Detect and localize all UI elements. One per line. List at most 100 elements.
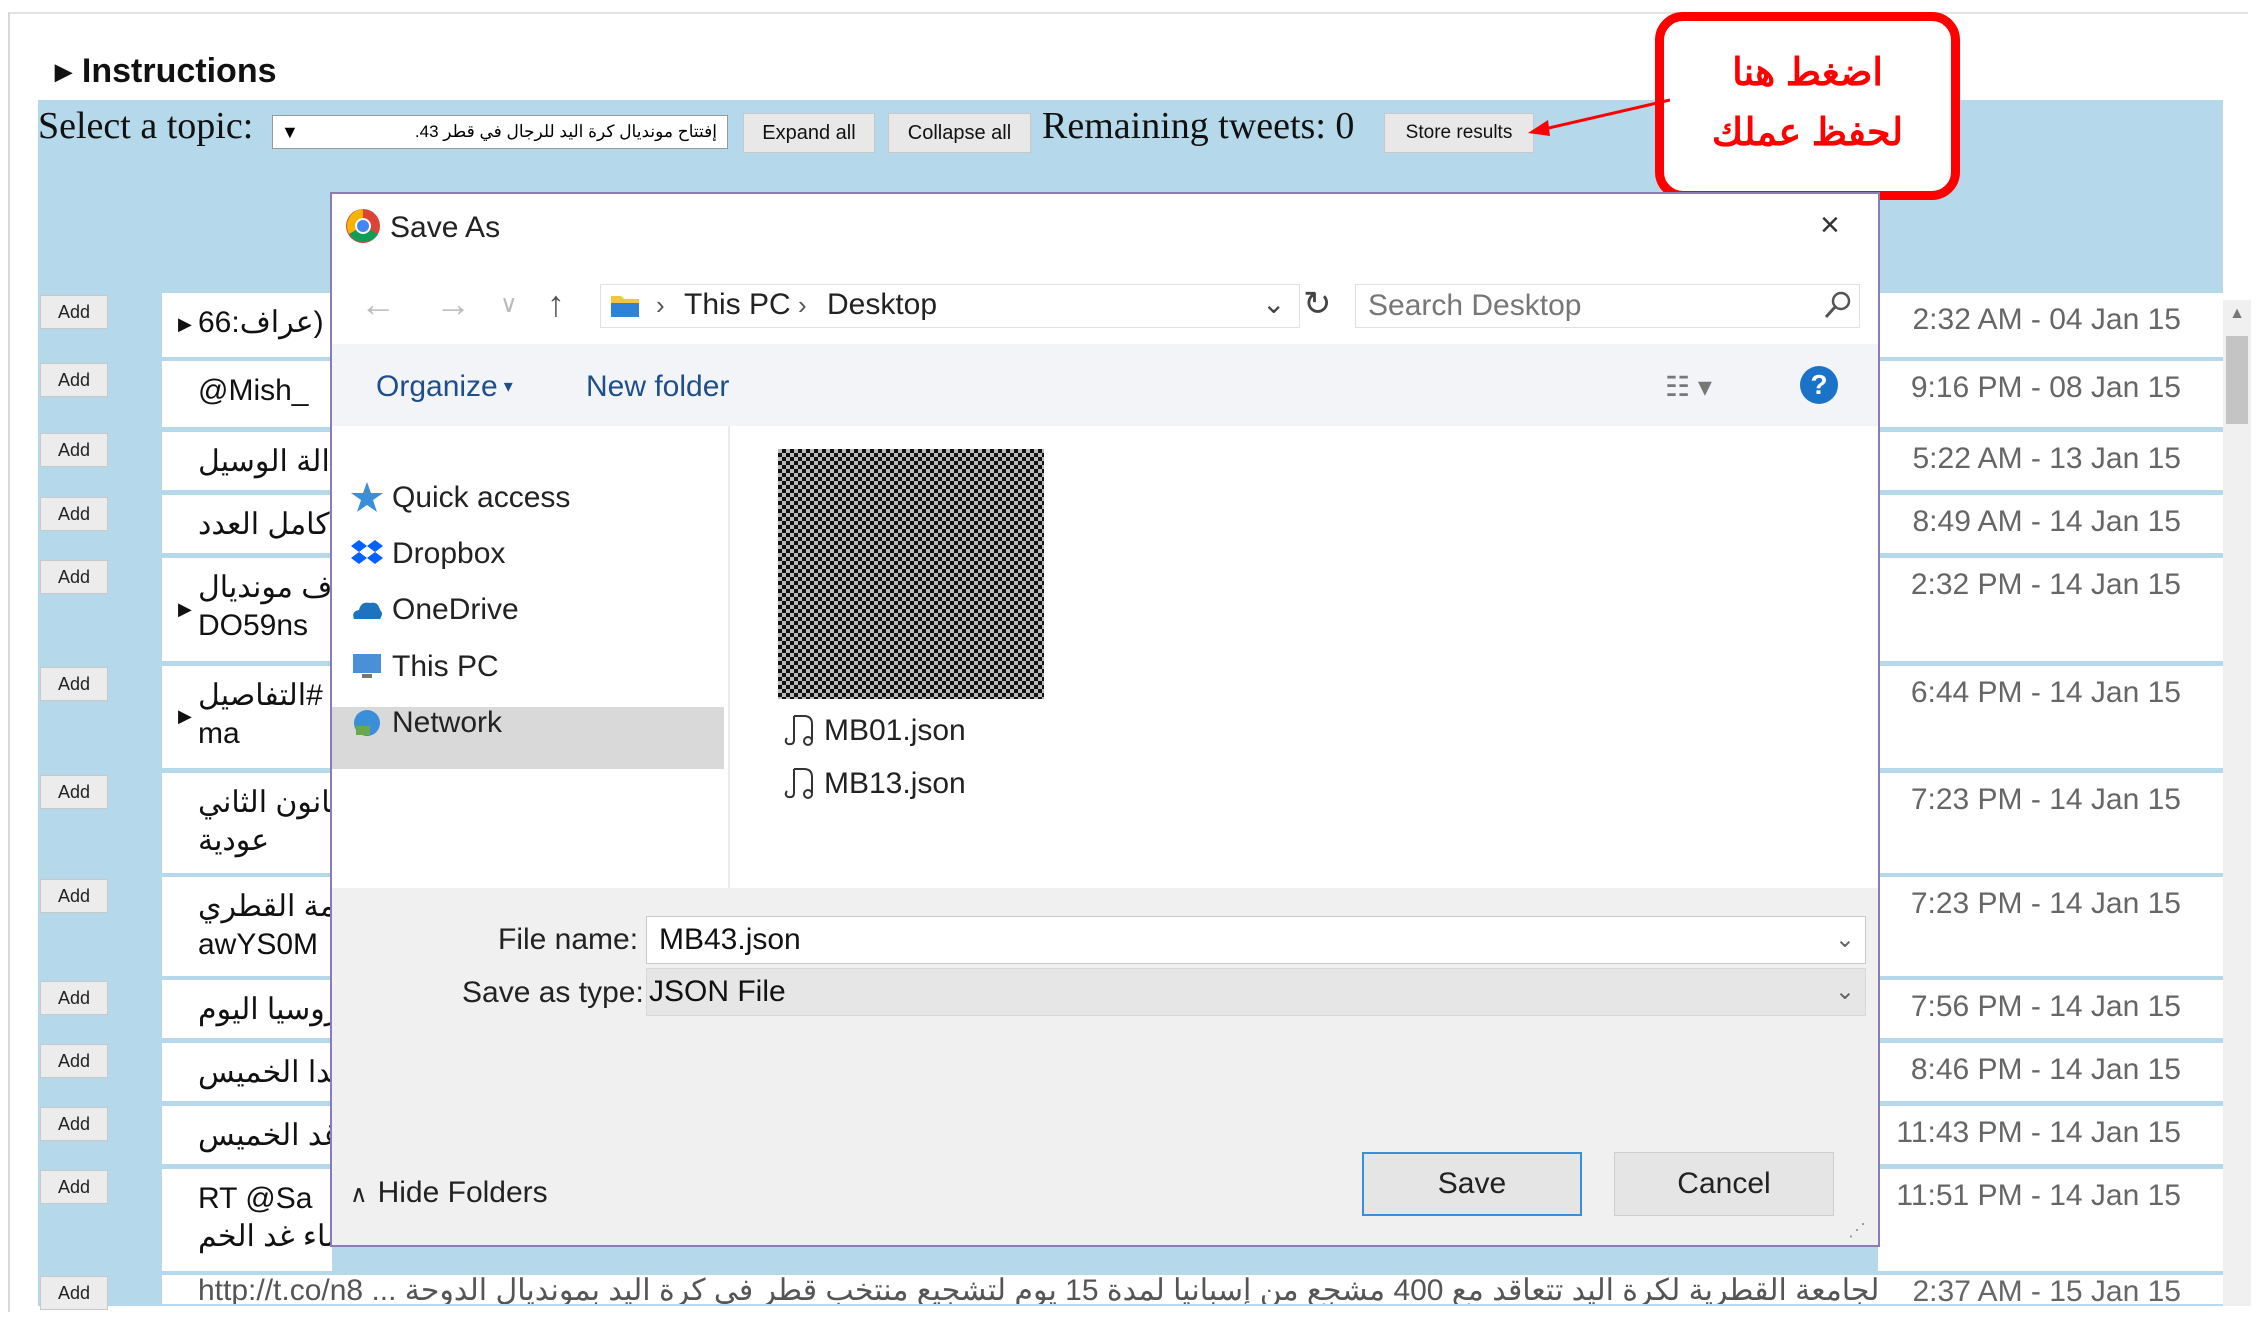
save-as-type-label: Save as type: (462, 976, 644, 1009)
tweet-text: الجامعة القطرية لكرة اليد تتعاقد مع 400 … (198, 1275, 1878, 1306)
search-input[interactable]: Search Desktop (1355, 284, 1860, 328)
folder-icon (611, 296, 639, 317)
tweet-row[interactable]: غدا الخميس (162, 1043, 332, 1103)
breadcrumb-separator-icon: › (656, 290, 665, 320)
file-item-mb13[interactable]: MB13.json (824, 767, 966, 801)
breadcrumb-this-pc[interactable]: This PC (684, 288, 791, 322)
nav-item-onedrive[interactable]: OneDrive (392, 593, 519, 627)
tweet-row[interactable]: الة الوسيل# (162, 432, 332, 492)
network-icon (354, 710, 380, 736)
add-tweet-button[interactable]: Add (40, 295, 108, 329)
chevron-down-icon: ▾ (503, 376, 513, 396)
star-icon (351, 482, 383, 512)
chrome-icon (346, 209, 380, 243)
add-tweet-button[interactable]: Add (40, 1044, 108, 1078)
expand-triangle-icon[interactable]: ▶ (178, 599, 192, 620)
tweet-text: عراف:66) (198, 306, 324, 339)
cancel-button[interactable]: Cancel (1614, 1152, 1834, 1216)
file-item-mb01[interactable]: MB01.json (824, 714, 966, 748)
tweet-date: 7:56 PM - 14 Jan 15 (1878, 980, 2223, 1040)
nav-item-dropbox[interactable]: Dropbox (392, 537, 505, 571)
tweet-date: 8:46 PM - 14 Jan 15 (1878, 1043, 2223, 1103)
tweet-row[interactable]: @Mish_ (162, 361, 332, 429)
add-tweet-button[interactable]: Add (40, 667, 108, 701)
resize-grip-icon[interactable]: ⋰ (1848, 1220, 1866, 1241)
callout-arrow-icon (1528, 98, 1670, 136)
tweet-row[interactable]: ▶ التفاصيل# ma (162, 666, 332, 770)
add-tweet-button[interactable]: Add (40, 981, 108, 1015)
topic-select[interactable]: ▼ إفتتاح مونديال كرة اليد للرجال في قطر 4… (272, 115, 728, 149)
file-name-field[interactable]: MB43.json ⌄ (646, 916, 1866, 964)
view-options-icon[interactable]: ☷ ▾ (1665, 370, 1712, 403)
dialog-title: Save As (390, 211, 501, 244)
organize-menu[interactable]: Organize ▾ (376, 370, 513, 404)
chevron-down-icon[interactable]: ⌄ (1262, 287, 1285, 320)
collapse-all-button[interactable]: Collapse all (888, 113, 1031, 153)
add-tweet-button[interactable]: Add (40, 363, 108, 397)
file-thumbnail[interactable] (778, 449, 1044, 699)
recent-locations-icon[interactable]: ∨ (500, 290, 518, 319)
new-folder-button[interactable]: New folder (586, 370, 729, 404)
save-as-type-select[interactable]: JSON File ⌄ (646, 968, 1866, 1016)
tweet-row[interactable]: ▶ ف مونديال DO59ns (162, 558, 332, 663)
up-arrow-icon[interactable]: ↑ (547, 283, 565, 325)
tweet-row[interactable]: كامل العدد (162, 495, 332, 555)
forward-arrow-icon[interactable]: → (435, 283, 471, 325)
save-button[interactable]: Save (1362, 1152, 1582, 1216)
add-tweet-button[interactable]: Add (40, 1276, 108, 1310)
store-results-button[interactable]: Store results (1384, 113, 1534, 153)
tweet-row[interactable]: الجامعة القطرية لكرة اليد تتعاقد مع 400 … (162, 1275, 1878, 1306)
file-name-label: File name: (498, 923, 639, 956)
json-file-icon (784, 768, 813, 799)
tweet-row[interactable]: ▶ عراف:66) (162, 293, 332, 359)
callout-annotation: اضغط هنا لحفظ عملك (1655, 12, 1960, 200)
tweet-date: 9:16 PM - 08 Jan 15 (1878, 361, 2223, 429)
dropbox-icon (351, 540, 383, 564)
instructions-toggle[interactable]: ▶ Instructions (55, 52, 277, 91)
tweet-date: 2:37 AM - 15 Jan 15 (1878, 1275, 2223, 1308)
breadcrumb-desktop[interactable]: Desktop (827, 288, 937, 322)
nav-item-network[interactable]: Network (392, 706, 502, 740)
add-tweet-button[interactable]: Add (40, 1170, 108, 1204)
remaining-tweets-count: Remaining tweets: 0 (1042, 105, 1355, 147)
expand-all-button[interactable]: Expand all (743, 113, 875, 153)
tweet-row[interactable]: كانون الثاني عودية (162, 773, 332, 875)
expand-triangle-icon[interactable]: ▶ (178, 314, 192, 335)
tweet-text-line-2: ساء غد الخم (198, 1220, 332, 1253)
close-icon[interactable]: × (1820, 206, 1840, 245)
tweet-text: ف مونديال (198, 571, 332, 604)
help-icon[interactable]: ? (1800, 366, 1838, 404)
chevron-down-icon[interactable]: ⌄ (1835, 917, 1855, 963)
add-tweet-button[interactable]: Add (40, 560, 108, 594)
tweet-text: @Mish_ (198, 374, 309, 407)
search-icon[interactable] (1823, 290, 1853, 320)
tweet-text: كانون الثاني (198, 786, 332, 819)
topic-label: Select a topic: (38, 105, 254, 147)
scrollbar[interactable] (2223, 300, 2251, 1306)
tweet-row[interactable]: روسيا اليوم (162, 980, 332, 1040)
nav-item-quick-access[interactable]: Quick access (392, 481, 570, 515)
tweet-row[interactable]: RT @Sa ساء غد الخم (162, 1169, 332, 1273)
nav-item-this-pc[interactable]: This PC (392, 650, 499, 684)
add-tweet-button[interactable]: Add (40, 433, 108, 467)
scrollbar-thumb[interactable] (2226, 336, 2248, 424)
tweet-text-line-2: DO59ns (198, 609, 309, 642)
tweet-text: غدا الخميس (198, 1056, 332, 1089)
hide-folders-toggle[interactable]: ∧ Hide Folders (350, 1176, 548, 1210)
add-tweet-button[interactable]: Add (40, 1107, 108, 1141)
scroll-up-icon[interactable]: ▲ (2223, 300, 2251, 328)
add-tweet-button[interactable]: Add (40, 879, 108, 913)
tweet-row[interactable]: مة القطري awYS0M (162, 877, 332, 978)
back-arrow-icon[interactable]: ← (360, 283, 396, 325)
tweet-row[interactable]: غد الخميس (162, 1106, 332, 1166)
refresh-icon[interactable]: ↻ (1303, 284, 1332, 324)
pane-divider[interactable] (728, 426, 730, 888)
add-tweet-button[interactable]: Add (40, 497, 108, 531)
computer-icon (353, 654, 381, 678)
nav-selection-highlight (332, 707, 724, 769)
tweet-date: 8:49 AM - 14 Jan 15 (1878, 495, 2223, 555)
expand-triangle-icon[interactable]: ▶ (178, 706, 192, 727)
dropdown-arrow-icon: ▼ (281, 122, 299, 142)
add-tweet-button[interactable]: Add (40, 775, 108, 809)
chevron-up-icon: ∧ (350, 1181, 368, 1208)
